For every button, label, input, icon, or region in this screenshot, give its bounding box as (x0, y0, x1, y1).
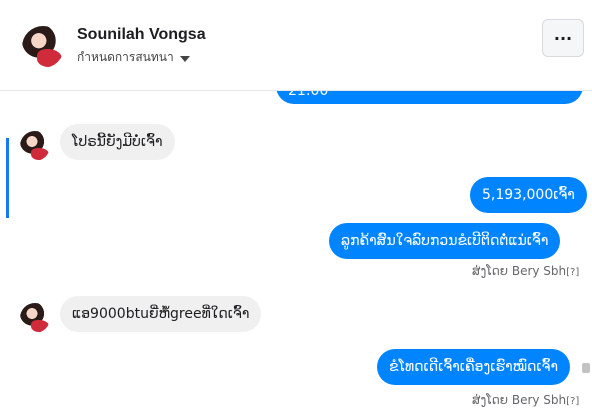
incoming-message[interactable]: ແອ9000btuຍີ່ຫໍ້greeທີ່ໃດເຈົ້າ (60, 296, 262, 332)
message-text: ຂໍໂທດເດີເຈົ້າເຄື່ອງເຮົາໝົດເຈົ້າ (389, 359, 558, 375)
sent-by-text: ສ່ງໂດຍ Bery Sbh (472, 393, 567, 407)
active-indicator (6, 138, 9, 218)
outgoing-message[interactable]: 21:00 (276, 91, 583, 104)
outgoing-message[interactable]: ລູກຄ້າສົນໃຈລົບກວນຂໍເບີຕິດຕໍ່ແນ່ເຈົ້າ (329, 223, 561, 259)
message-text: 21:00 (288, 91, 329, 99)
sent-by-label: ສ່ງໂດຍ Bery Sbh[?] (472, 264, 579, 278)
outgoing-message[interactable]: 5,193,000ເຈົ້າ (470, 177, 587, 213)
message-text: ລູກຄ້າສົນໃຈລົບກວນຂໍເບີຕິດຕໍ່ແນ່ເຈົ້າ (341, 233, 549, 249)
message-thread: 21:00 ໂປຣນີ້ຍັງມີບໍ່ເຈົ້າ 5,193,000ເຈົ້າ… (0, 91, 592, 419)
conversation-status[interactable]: กำหนดการสนทนา (77, 48, 190, 67)
message-text: ແອ9000btuຍີ່ຫໍ້greeທີ່ໃດເຈົ້າ (72, 306, 250, 322)
info-mark[interactable]: [?] (566, 396, 579, 407)
contact-avatar[interactable] (22, 26, 64, 68)
sender-avatar[interactable] (20, 131, 50, 161)
conversation-status-label: กำหนดการสนทนา (77, 50, 174, 64)
more-options-button[interactable]: ··· (542, 19, 584, 57)
sender-avatar[interactable] (20, 303, 50, 333)
incoming-message[interactable]: ໂປຣນີ້ຍັງມີບໍ່ເຈົ້າ (60, 124, 175, 160)
contact-name[interactable]: Sounilah Vongsa (77, 26, 206, 44)
info-mark[interactable]: [?] (566, 267, 579, 278)
message-text: 5,193,000ເຈົ້າ (482, 187, 575, 203)
sent-by-text: ສ່ງໂດຍ Bery Sbh (472, 264, 567, 278)
sent-by-label: ສ່ງໂດຍ Bery Sbh[?] (472, 393, 579, 407)
read-receipt-icon (582, 363, 590, 373)
caret-down-icon (179, 55, 190, 62)
conversation-header: Sounilah Vongsa กำหนดการสนทนา ··· (0, 0, 592, 91)
outgoing-message[interactable]: ຂໍໂທດເດີເຈົ້າເຄື່ອງເຮົາໝົດເຈົ້າ (377, 349, 570, 385)
message-text: ໂປຣນີ້ຍັງມີບໍ່ເຈົ້າ (72, 134, 163, 150)
